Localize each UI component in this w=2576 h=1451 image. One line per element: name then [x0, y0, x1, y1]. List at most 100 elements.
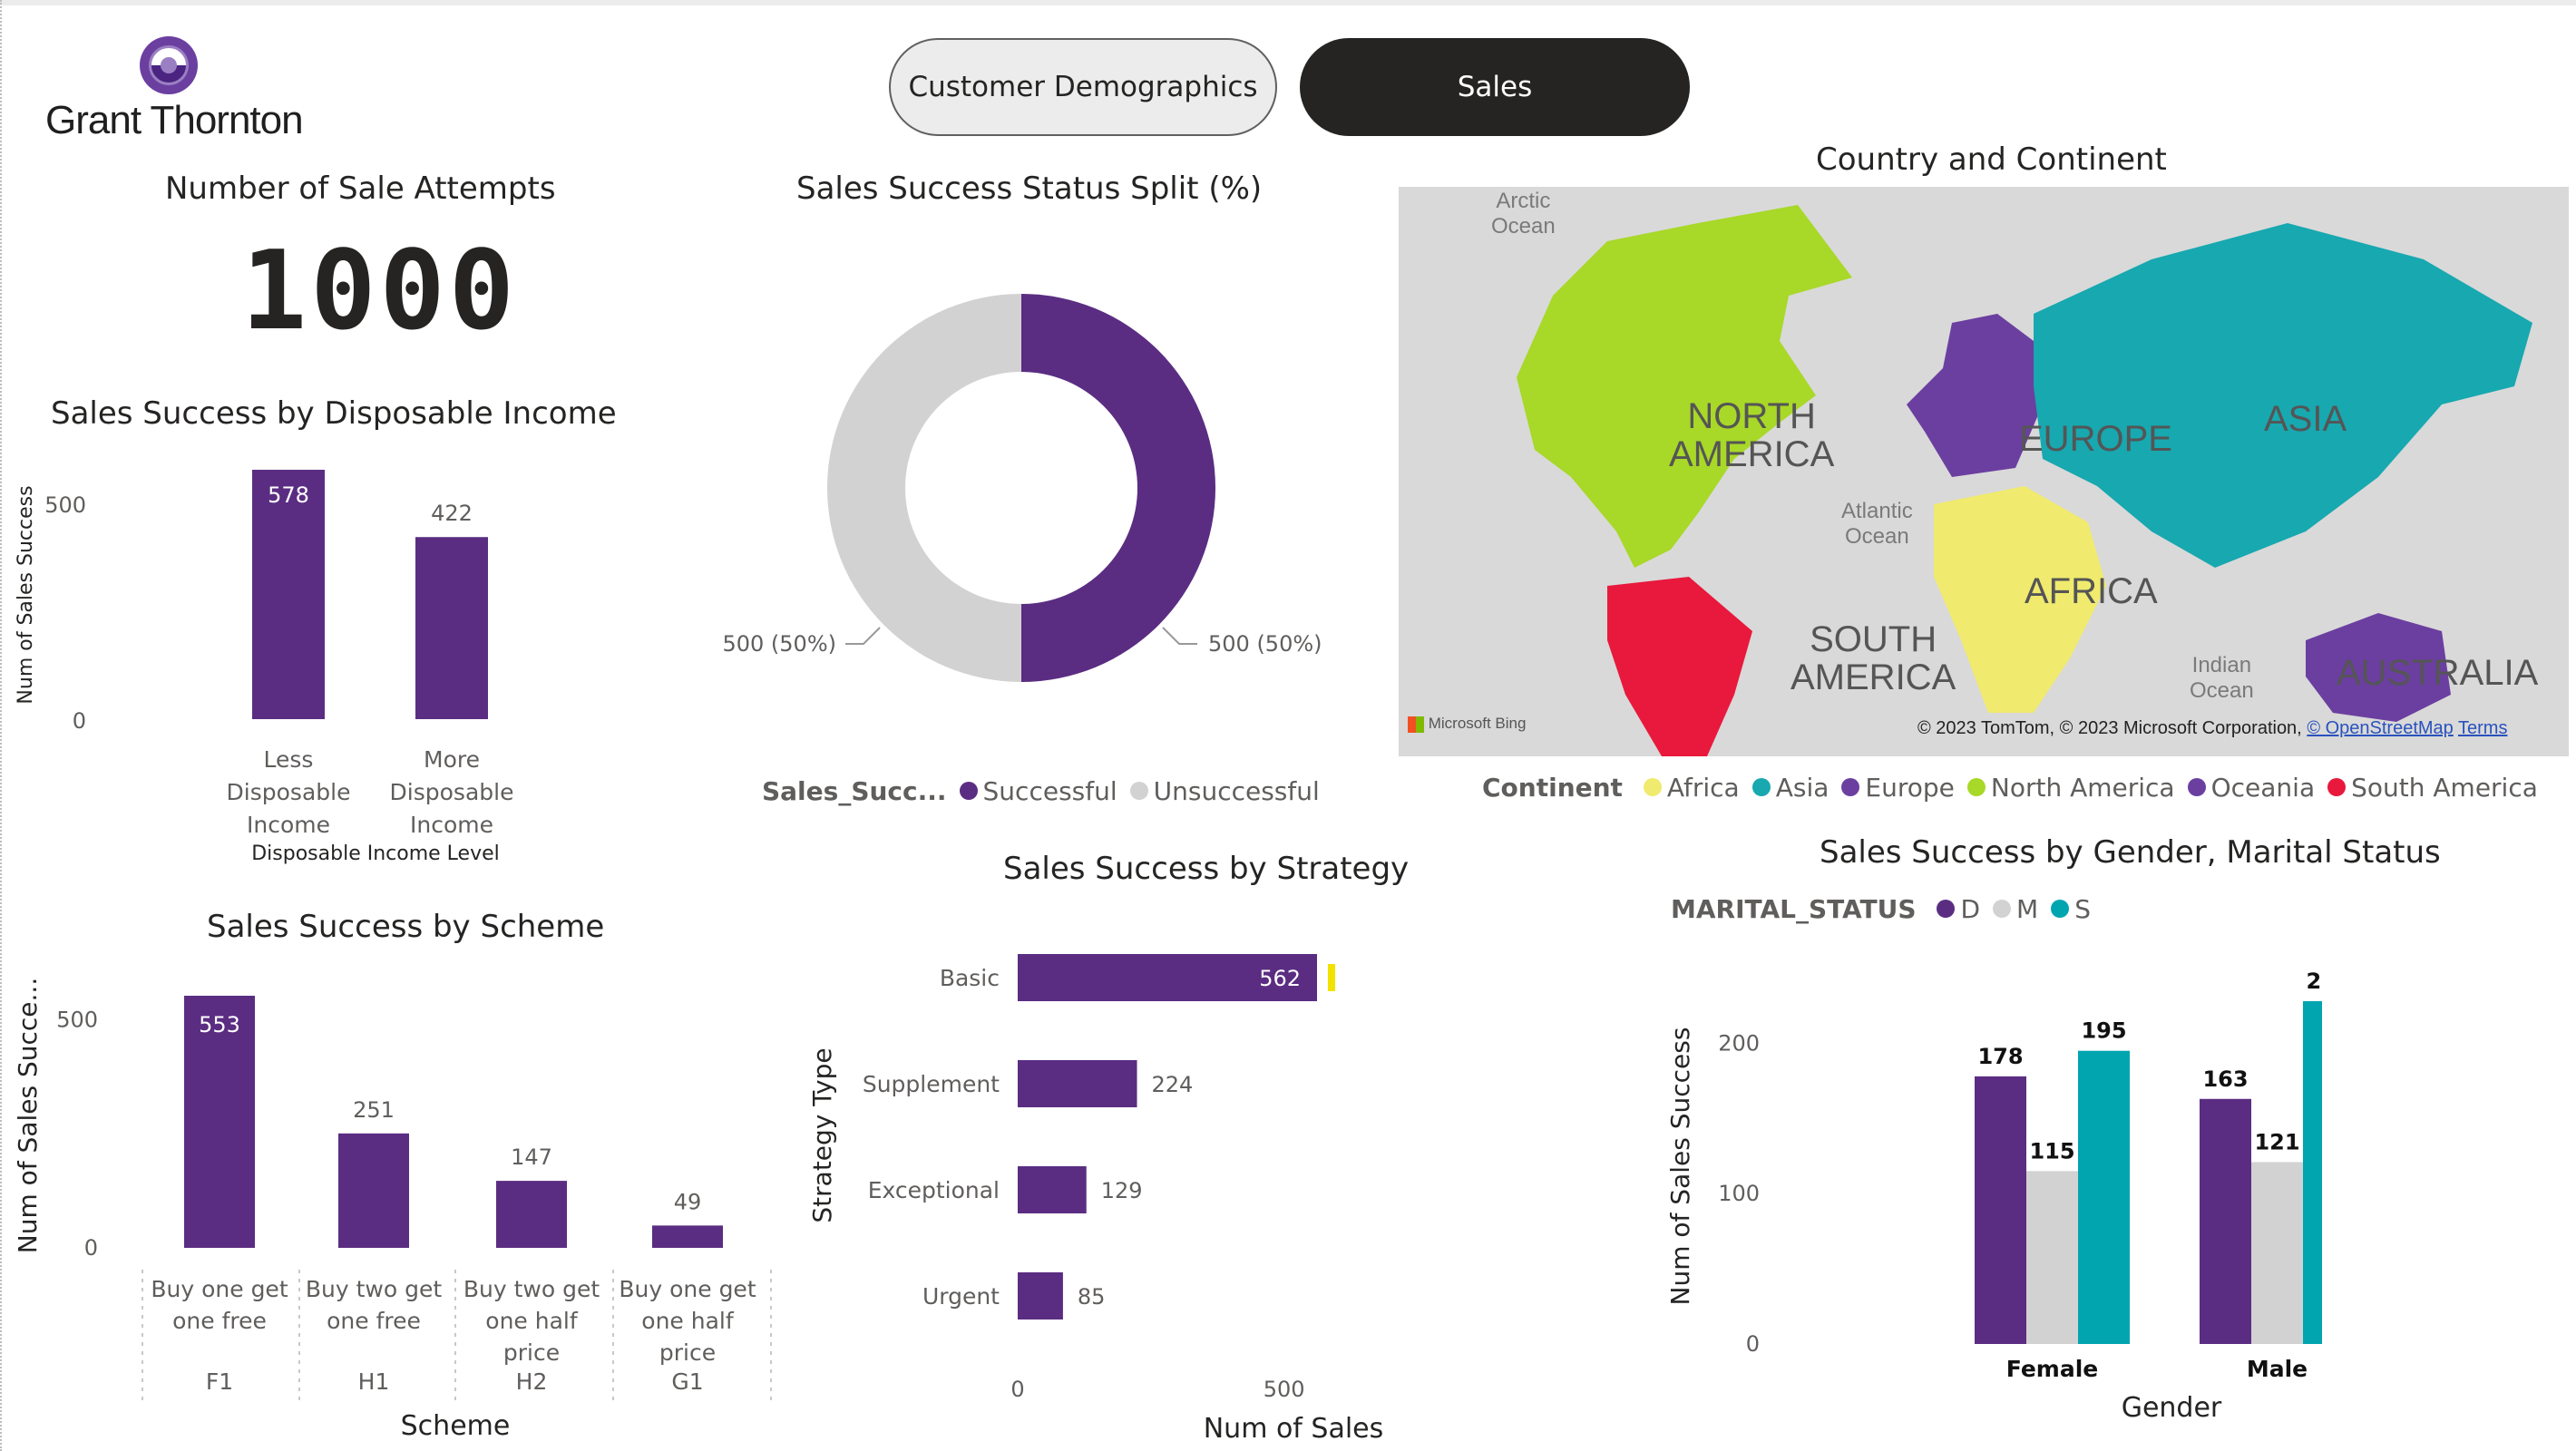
legend-item-s[interactable]: S — [2074, 894, 2091, 924]
map-label-australia: AUSTRALIA — [2337, 653, 2539, 693]
donut-legend: Sales_Succ... Successful Unsuccessful — [762, 776, 1320, 806]
y-tick-label: Exceptional — [868, 1177, 1000, 1203]
data-label: 163 — [2202, 1066, 2248, 1092]
legend-unsuccessful[interactable]: Unsuccessful — [1154, 776, 1320, 806]
bar[interactable] — [1018, 1060, 1137, 1107]
bar[interactable] — [2303, 1001, 2322, 1344]
data-label: 562 — [1259, 966, 1301, 991]
continent-legend-dot — [1841, 778, 1860, 796]
legend-item-d[interactable]: D — [1960, 894, 1980, 924]
map-label-indian-ocean: Indian Ocean — [2190, 653, 2254, 703]
x-axis-label: Gender — [2122, 1392, 2222, 1424]
legend-item-m[interactable]: M — [2016, 894, 2038, 924]
strategy-chart: Strategy Type Basic 562 Supplement 224 Except… — [807, 954, 1384, 1445]
data-label: 129 — [1101, 1178, 1143, 1203]
y-tick-label: 200 — [1718, 1030, 1760, 1056]
legend-item-oceania[interactable]: Oceania — [2211, 773, 2316, 803]
terms-link[interactable]: Terms — [2458, 718, 2507, 738]
data-label: 500 (50%) — [1208, 631, 1322, 657]
grant-thornton-logo-icon — [140, 36, 198, 94]
world-map[interactable]: NORTH AMERICA SOUTH AMERICA EUROPE ASIA AF… — [1399, 187, 2569, 756]
continent-legend-dot — [2327, 778, 2347, 796]
x-tick-label: Buy one get — [151, 1276, 288, 1302]
data-label: 578 — [268, 482, 309, 508]
continent-legend-dot — [1751, 778, 1771, 796]
bar[interactable] — [496, 1181, 567, 1248]
y-tick-label: 0 — [84, 1235, 98, 1261]
marital-status-legend-dot — [1993, 900, 2012, 918]
income-chart: 0 500 Num of Sales Success 578 Less Disposabl… — [15, 470, 514, 865]
x-tick-label: price — [659, 1339, 716, 1366]
x-tick-label: price — [503, 1339, 560, 1366]
openstreetmap-link[interactable]: © OpenStreetMap — [2307, 718, 2453, 738]
scheme-code-label: H1 — [358, 1368, 390, 1395]
scheme-chart-title: Sales Success by Scheme — [207, 909, 605, 945]
y-tick-label: 500 — [56, 1008, 98, 1033]
bar[interactable] — [1018, 1272, 1063, 1320]
bar[interactable] — [1975, 1076, 2026, 1344]
top-border — [0, 0, 2576, 5]
data-label: 500 (50%) — [722, 631, 836, 657]
map-label-north-america: NORTH AMERICA — [1669, 396, 1835, 474]
bar[interactable] — [415, 537, 488, 719]
marital-status-legend-title: MARITAL_STATUS — [1671, 894, 1917, 924]
leader-line — [845, 627, 881, 645]
income-chart-title: Sales Success by Disposable Income — [51, 395, 617, 432]
donut-chart-title: Sales Success Status Split (%) — [796, 170, 1263, 207]
data-label: 85 — [1078, 1284, 1106, 1310]
x-tick-label: one half — [485, 1308, 579, 1334]
donut-slice[interactable] — [827, 294, 1021, 682]
leader-line — [1162, 627, 1197, 645]
continent-legend-title: Continent — [1482, 773, 1623, 803]
donut-slice[interactable] — [1021, 294, 1215, 682]
x-tick-label: Buy two get — [463, 1276, 600, 1302]
map-label-asia: ASIA — [2264, 399, 2347, 439]
map-label-africa: AFRICA — [2025, 571, 2158, 611]
marital-status-legend: MARITAL_STATUS D M S — [1671, 894, 2091, 924]
bar[interactable] — [2078, 1050, 2130, 1344]
y-tick-label: Supplement — [863, 1071, 1000, 1097]
x-tick-label: Disposable — [227, 779, 351, 805]
data-label: 195 — [2081, 1018, 2126, 1044]
x-tick-label: 0 — [1010, 1377, 1024, 1402]
bar[interactable] — [338, 1133, 409, 1248]
bar[interactable] — [652, 1225, 723, 1248]
asia-shape — [2034, 223, 2532, 568]
donut-legend-title: Sales_Succ... — [762, 776, 947, 806]
data-label: 178 — [1977, 1044, 2023, 1069]
x-axis-label: Num of Sales — [1204, 1413, 1384, 1445]
x-tick-label: Buy one get — [619, 1276, 756, 1302]
x-axis-label: Disposable Income Level — [251, 842, 500, 865]
bar[interactable] — [2200, 1098, 2251, 1344]
bar[interactable] — [1018, 1166, 1087, 1213]
x-tick-label: Disposable — [390, 779, 514, 805]
x-tick-label: Buy two get — [306, 1276, 442, 1302]
y-tick-label: 0 — [73, 708, 86, 734]
north-america-shape — [1517, 205, 1852, 568]
y-tick-label: 0 — [1746, 1331, 1760, 1357]
x-tick-label: one half — [641, 1308, 735, 1334]
customer-demographics-button[interactable]: Customer Demographics — [889, 38, 1277, 136]
sales-button[interactable]: Sales — [1300, 38, 1690, 136]
highlight-marker — [1328, 964, 1335, 991]
data-label: 251 — [353, 1097, 395, 1123]
continent-legend-dot — [2187, 778, 2206, 796]
legend-item-north-america[interactable]: North America — [1991, 773, 2175, 803]
successful-legend-dot — [959, 782, 978, 800]
strategy-chart-title: Sales Success by Strategy — [1003, 851, 1410, 887]
bar[interactable] — [2026, 1171, 2078, 1344]
legend-item-asia[interactable]: Asia — [1776, 773, 1830, 803]
legend-item-africa[interactable]: Africa — [1667, 773, 1740, 803]
continent-legend: Continent Africa Asia Europe North America O… — [1482, 773, 2538, 803]
data-label: 147 — [511, 1144, 552, 1170]
legend-successful[interactable]: Successful — [983, 776, 1117, 806]
map-title: Country and Continent — [1816, 141, 2167, 178]
legend-item-europe[interactable]: Europe — [1865, 773, 1954, 803]
legend-item-south-america[interactable]: South America — [2351, 773, 2538, 803]
data-label: 49 — [674, 1189, 702, 1214]
y-axis-label: Strategy Type — [807, 1047, 837, 1222]
bar[interactable] — [2251, 1162, 2303, 1344]
scheme-code-label: G1 — [671, 1368, 703, 1395]
map-label-south-america: SOUTH AMERICA — [1791, 619, 1956, 697]
map-label-atlantic-ocean: Atlantic Ocean — [1841, 499, 1913, 549]
